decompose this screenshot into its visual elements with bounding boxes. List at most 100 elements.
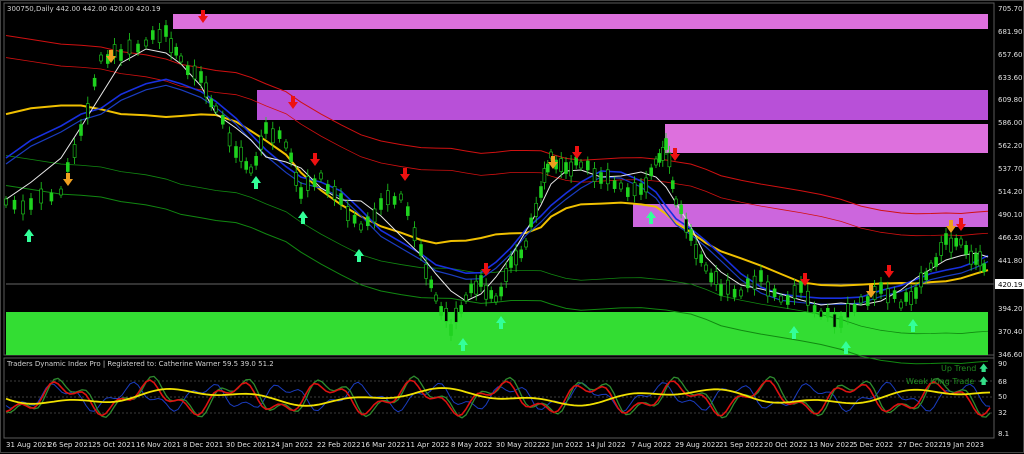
- candle-body: [444, 308, 449, 322]
- candle-body: [919, 272, 923, 288]
- candle-body: [459, 305, 464, 314]
- candle-body: [825, 308, 830, 318]
- ambiguous-arrow-icon: [63, 173, 73, 186]
- candle-body: [904, 292, 908, 302]
- up-trend-signal: Up Trend: [941, 364, 976, 373]
- chart-window[interactable]: 300750,Daily 442.00 442.00 420.00 420.19…: [0, 0, 1024, 453]
- candle-body: [569, 161, 573, 177]
- candle-body: [924, 271, 929, 281]
- buy-arrow-icon: [354, 249, 364, 262]
- price-tick: 490.10: [998, 211, 1023, 219]
- candle-body: [974, 253, 978, 265]
- candle-body: [449, 324, 453, 336]
- candle-body: [66, 162, 70, 172]
- indicator-tick: 90: [998, 360, 1007, 368]
- candle-body: [909, 291, 914, 305]
- candle-body: [509, 256, 513, 268]
- candle-body: [345, 206, 350, 221]
- candle-body: [885, 288, 890, 304]
- candle-body: [949, 237, 953, 253]
- candle-body: [79, 124, 83, 136]
- candle-body: [657, 153, 662, 163]
- date-tick: 24 Jan 2022: [271, 441, 313, 449]
- candle-body: [559, 158, 564, 172]
- candle-body: [405, 206, 410, 216]
- candle-body: [454, 307, 458, 323]
- candle-body: [179, 55, 183, 63]
- candle-body: [39, 188, 44, 204]
- candle-body: [929, 262, 933, 270]
- candle-body: [127, 39, 132, 55]
- candle-body: [772, 288, 777, 298]
- candle-body: [542, 168, 547, 183]
- candle-body: [684, 218, 689, 233]
- supply-zone-1: [173, 14, 988, 29]
- date-tick: 22 Jun 2022: [541, 441, 583, 449]
- candle-body: [352, 214, 357, 224]
- sell-arrow-icon: [572, 146, 582, 159]
- price-tick: 537.70: [998, 165, 1023, 173]
- candle-body: [239, 146, 243, 162]
- price-tick: 586.00: [998, 119, 1023, 127]
- candle-body: [579, 161, 583, 169]
- sell-arrow-icon: [400, 168, 410, 181]
- candle-body: [524, 240, 528, 248]
- candle-body: [644, 177, 648, 193]
- candle-body: [545, 163, 550, 173]
- date-tick: 26 Sep 2021: [48, 441, 92, 449]
- price-tick: 394.20: [998, 305, 1023, 313]
- candle-body: [959, 238, 963, 246]
- candle-body: [499, 286, 503, 297]
- candle-body: [359, 223, 363, 231]
- candle-body: [879, 282, 883, 294]
- sell-arrow-icon: [310, 153, 320, 166]
- candle-body: [689, 229, 693, 241]
- candle-body: [982, 263, 986, 272]
- supply-zone-3: [665, 124, 988, 153]
- candle-body: [639, 183, 643, 195]
- candle-body: [392, 196, 397, 205]
- price-tick: 705.70: [998, 5, 1023, 13]
- candle-body: [174, 46, 178, 56]
- date-tick: 22 Feb 2022: [317, 441, 361, 449]
- candle-body: [412, 227, 417, 242]
- date-tick: 14 Jul 2022: [586, 441, 626, 449]
- candle-body: [221, 114, 225, 125]
- candle-body: [99, 54, 103, 62]
- candle-body: [785, 295, 790, 305]
- date-tick: 20 Oct 2022: [764, 441, 807, 449]
- candle-body: [4, 198, 8, 206]
- candle-body: [186, 65, 190, 76]
- date-tick: 21 Sep 2022: [719, 441, 763, 449]
- date-tick: 31 Aug 2021: [6, 441, 51, 449]
- price-axis: 705.70 681.90 657.60 633.60 609.80 586.0…: [993, 3, 1024, 438]
- candle-body: [667, 152, 672, 168]
- date-tick: 13 Nov 2022: [809, 441, 854, 449]
- candle-body: [632, 182, 637, 197]
- candle-body: [332, 186, 337, 200]
- candle-body: [244, 161, 248, 170]
- indicator-tick: 50: [998, 393, 1007, 401]
- candle-body: [169, 38, 173, 53]
- symbol-info: 300750,Daily 442.00 442.00 420.00 420.19: [7, 5, 161, 13]
- candle-body: [469, 283, 473, 294]
- candle-body: [21, 200, 25, 215]
- candle-body: [112, 44, 117, 58]
- candle-body: [704, 264, 708, 272]
- price-tick: 633.60: [998, 74, 1023, 82]
- candle-body: [944, 233, 948, 245]
- candle-body: [504, 268, 509, 282]
- candle-body: [585, 160, 590, 171]
- candle-body: [759, 270, 763, 282]
- date-tick: 27 Dec 2022: [898, 441, 943, 449]
- candle-body: [151, 30, 155, 40]
- indicator-tick: 32: [998, 409, 1007, 417]
- candle-body: [259, 135, 264, 150]
- candle-body: [289, 152, 293, 163]
- date-tick: 16 Mar 2022: [361, 441, 405, 449]
- candle-body: [529, 217, 533, 228]
- indicator-pane: Up Trend Weak Long Trade 🡅 🡅: [5, 363, 994, 419]
- sell-arrow-icon: [481, 263, 491, 276]
- candle-body: [29, 198, 33, 210]
- candle-body: [625, 187, 630, 197]
